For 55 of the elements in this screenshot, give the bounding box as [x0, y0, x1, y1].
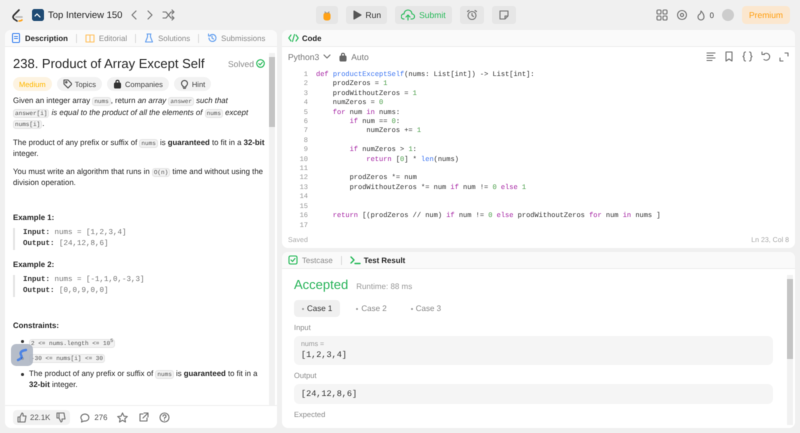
tag-icon — [62, 79, 72, 89]
case-tab[interactable]: Case 2 — [348, 300, 395, 317]
note-icon — [498, 9, 510, 21]
alarm-clock-icon — [466, 9, 478, 21]
study-plan-button[interactable]: Top Interview 150 — [32, 9, 122, 21]
swirl-icon — [16, 348, 28, 362]
lock-icon — [112, 79, 122, 89]
flask-icon — [144, 33, 156, 43]
bookmark-icon[interactable] — [724, 51, 734, 62]
grid-icon[interactable] — [656, 9, 668, 21]
notes-button[interactable] — [492, 6, 516, 24]
output-box: [24,12,8,6] — [294, 384, 773, 404]
code-icon — [288, 33, 299, 43]
help-icon[interactable] — [159, 412, 170, 422]
thumbs-down-icon[interactable] — [56, 412, 66, 422]
study-plan-icon — [32, 9, 44, 21]
terminal-icon — [350, 255, 361, 265]
thumbs-up-icon — [17, 412, 27, 422]
checkbox-icon — [288, 255, 299, 265]
undo-icon[interactable] — [761, 51, 771, 62]
lightbulb-icon — [180, 79, 189, 89]
comment-icon — [80, 412, 92, 422]
solved-status: Solved — [228, 58, 254, 68]
shuffle-icon[interactable] — [162, 9, 176, 21]
cloud-upload-icon — [401, 9, 416, 21]
lock-icon — [339, 52, 348, 62]
share-icon[interactable] — [138, 412, 150, 422]
previous-icon[interactable] — [130, 9, 138, 21]
settings-icon[interactable] — [676, 9, 688, 21]
verdict-label: Accepted — [294, 277, 348, 292]
history-icon — [207, 33, 218, 43]
play-icon — [352, 10, 362, 20]
timer-button[interactable] — [460, 6, 484, 24]
format-icon[interactable] — [706, 51, 716, 62]
scrollbar[interactable] — [269, 53, 275, 405]
runtime-label: Runtime: 88 ms — [356, 282, 412, 291]
document-icon — [11, 33, 22, 43]
chevron-down-icon — [323, 53, 332, 60]
bug-icon — [322, 10, 332, 20]
braces-icon[interactable] — [742, 51, 753, 62]
logo-icon[interactable] — [10, 8, 24, 22]
floating-widget[interactable] — [11, 344, 33, 366]
check-circle-icon — [256, 59, 265, 68]
case-tab[interactable]: Case 3 — [402, 300, 450, 317]
language-dropdown[interactable]: Python3 — [288, 52, 332, 62]
next-icon[interactable] — [146, 9, 154, 21]
flame-icon — [696, 10, 706, 20]
run-button[interactable]: Run — [346, 6, 388, 24]
auto-mode-button[interactable]: Auto — [339, 52, 369, 62]
star-icon[interactable] — [117, 412, 128, 422]
case-tab[interactable]: Case 1 — [294, 300, 340, 317]
problem-title: 238. Product of Array Except Self — [13, 56, 204, 71]
expand-icon[interactable] — [779, 52, 789, 62]
scrollbar[interactable] — [787, 275, 793, 425]
book-icon — [84, 33, 96, 43]
